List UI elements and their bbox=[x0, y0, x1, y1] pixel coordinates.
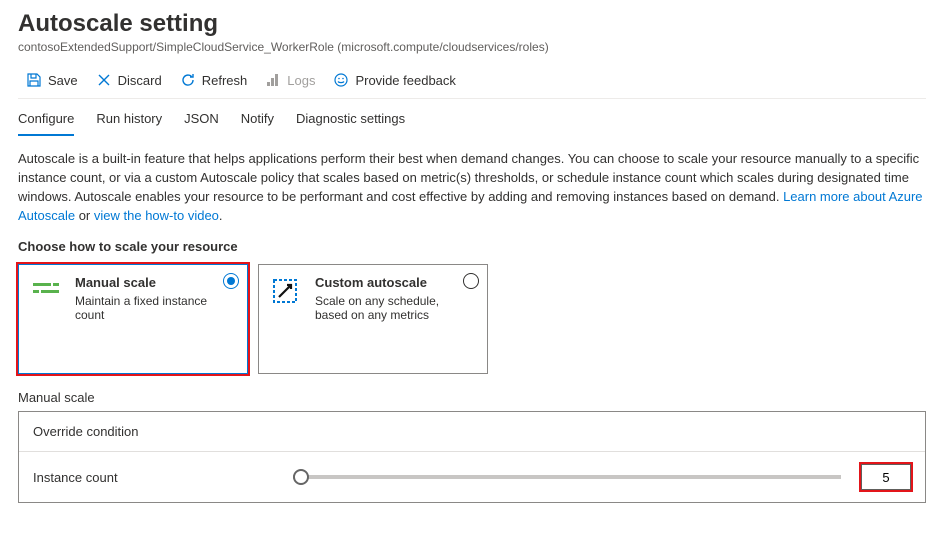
page-title: Autoscale setting bbox=[18, 10, 926, 38]
scale-option-cards: Manual scale Maintain a fixed instance c… bbox=[18, 264, 926, 374]
logs-icon bbox=[265, 72, 281, 88]
slider-track-line bbox=[293, 475, 841, 479]
instance-count-slider[interactable] bbox=[293, 469, 841, 485]
refresh-icon bbox=[180, 72, 196, 88]
logs-button: Logs bbox=[265, 72, 315, 88]
manual-scale-card[interactable]: Manual scale Maintain a fixed instance c… bbox=[18, 264, 248, 374]
refresh-button[interactable]: Refresh bbox=[180, 72, 248, 88]
discard-label: Discard bbox=[118, 73, 162, 88]
manual-scale-subtitle: Maintain a fixed instance count bbox=[75, 294, 235, 322]
tab-configure[interactable]: Configure bbox=[18, 107, 74, 136]
slider-thumb[interactable] bbox=[293, 469, 309, 485]
manual-scale-panel: Override condition Instance count bbox=[18, 411, 926, 503]
tabs: Configure Run history JSON Notify Diagno… bbox=[18, 107, 926, 136]
manual-scale-heading: Manual scale bbox=[18, 390, 926, 405]
feedback-button[interactable]: Provide feedback bbox=[333, 72, 455, 88]
tab-diagnostic[interactable]: Diagnostic settings bbox=[296, 107, 405, 136]
tab-notify[interactable]: Notify bbox=[241, 107, 274, 136]
instance-count-label: Instance count bbox=[33, 470, 273, 485]
save-label: Save bbox=[48, 73, 78, 88]
instance-count-input[interactable] bbox=[861, 464, 911, 490]
custom-autoscale-subtitle: Scale on any schedule, based on any metr… bbox=[315, 294, 475, 322]
refresh-label: Refresh bbox=[202, 73, 248, 88]
custom-autoscale-radio[interactable] bbox=[463, 273, 479, 289]
toolbar: Save Discard Refresh Logs Provide feedba… bbox=[18, 68, 926, 99]
instance-count-row: Instance count bbox=[19, 451, 925, 502]
save-icon bbox=[26, 72, 42, 88]
override-condition-row: Override condition bbox=[19, 412, 925, 451]
description-mid: or bbox=[75, 208, 94, 223]
discard-button[interactable]: Discard bbox=[96, 72, 162, 88]
description: Autoscale is a built-in feature that hel… bbox=[18, 150, 926, 225]
logs-label: Logs bbox=[287, 73, 315, 88]
manual-scale-title: Manual scale bbox=[75, 275, 235, 290]
save-button[interactable]: Save bbox=[26, 72, 78, 88]
feedback-icon bbox=[333, 72, 349, 88]
custom-autoscale-card[interactable]: Custom autoscale Scale on any schedule, … bbox=[258, 264, 488, 374]
description-period: . bbox=[219, 208, 223, 223]
tab-run-history[interactable]: Run history bbox=[96, 107, 162, 136]
manual-scale-icon bbox=[31, 275, 65, 363]
feedback-label: Provide feedback bbox=[355, 73, 455, 88]
custom-autoscale-icon bbox=[271, 275, 305, 363]
manual-scale-radio[interactable] bbox=[223, 273, 239, 289]
choose-scale-label: Choose how to scale your resource bbox=[18, 239, 926, 254]
howto-video-link[interactable]: view the how-to video bbox=[94, 208, 219, 223]
tab-json[interactable]: JSON bbox=[184, 107, 219, 136]
discard-icon bbox=[96, 72, 112, 88]
breadcrumb: contosoExtendedSupport/SimpleCloudServic… bbox=[18, 40, 926, 54]
custom-autoscale-title: Custom autoscale bbox=[315, 275, 475, 290]
